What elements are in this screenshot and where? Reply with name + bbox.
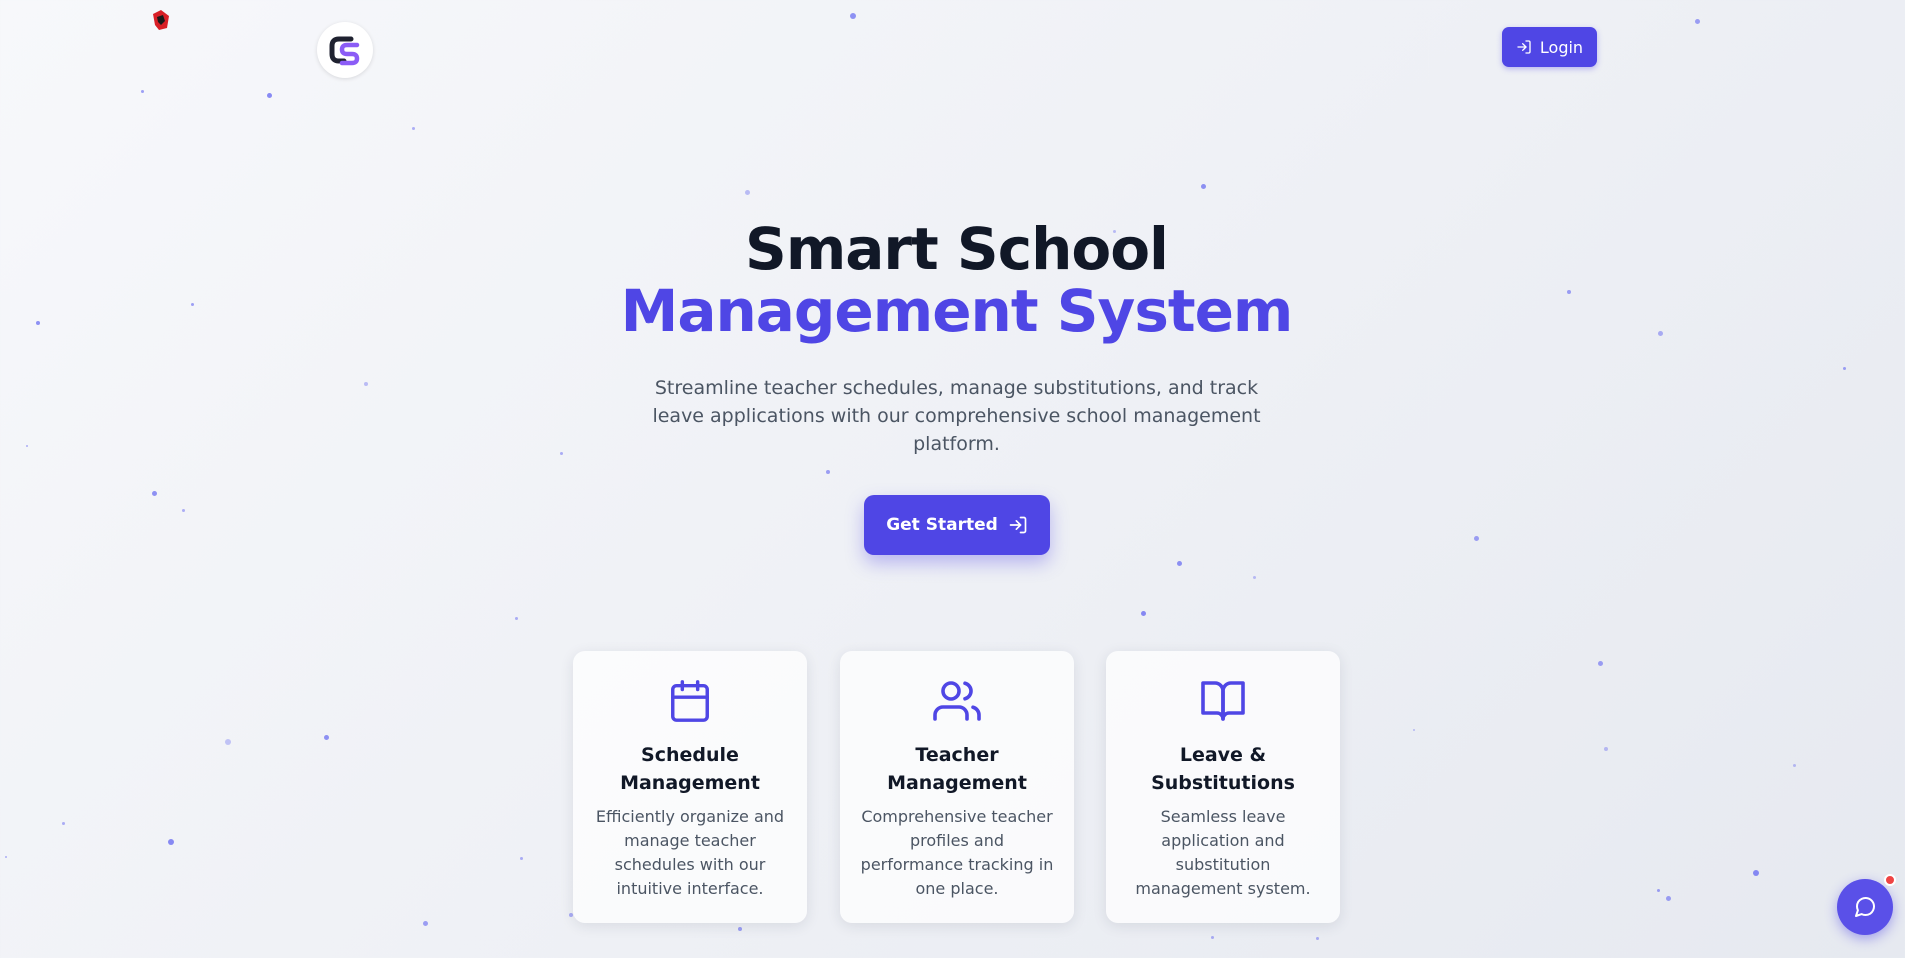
red-shield-icon xyxy=(153,10,169,30)
login-label: Login xyxy=(1539,37,1584,57)
log-in-icon xyxy=(1009,516,1027,534)
feature-description: Efficiently organize and manage teacher … xyxy=(595,807,785,898)
corner-brand-icon xyxy=(152,9,170,31)
feature-card-schedule: Schedule Management Efficiently organize… xyxy=(573,651,807,923)
feature-description: Seamless leave application and substitut… xyxy=(1135,807,1311,898)
feature-card-teacher: Teacher Management Comprehensive teacher… xyxy=(840,651,1074,923)
feature-description: Comprehensive teacher profiles and perfo… xyxy=(860,807,1054,898)
get-started-label: Get Started xyxy=(886,515,998,535)
hero-title-line1: Smart School xyxy=(745,215,1169,283)
message-circle-icon xyxy=(1855,896,1876,917)
notification-badge xyxy=(1884,874,1896,886)
feature-title: Schedule Management xyxy=(620,744,760,794)
calendar-icon xyxy=(671,680,709,722)
get-started-button[interactable]: Get Started xyxy=(864,495,1050,555)
log-in-icon xyxy=(1517,40,1531,54)
cs-logo-icon xyxy=(329,36,360,66)
book-open-icon xyxy=(1201,681,1245,721)
hero-title: Smart School Management System xyxy=(0,218,1905,342)
hero-title-line2: Management System xyxy=(620,277,1294,345)
feature-card-leave: Leave & Substitutions Seamless leave app… xyxy=(1106,651,1340,923)
chat-button[interactable] xyxy=(1837,879,1893,935)
feature-title: Teacher Management xyxy=(887,744,1027,794)
users-icon xyxy=(933,681,981,721)
hero-subtitle: Streamline teacher schedules, manage sub… xyxy=(652,377,1261,455)
feature-title: Leave & Substitutions xyxy=(1151,744,1295,794)
login-button[interactable]: Login xyxy=(1502,27,1597,67)
brand-logo[interactable] xyxy=(317,22,373,78)
